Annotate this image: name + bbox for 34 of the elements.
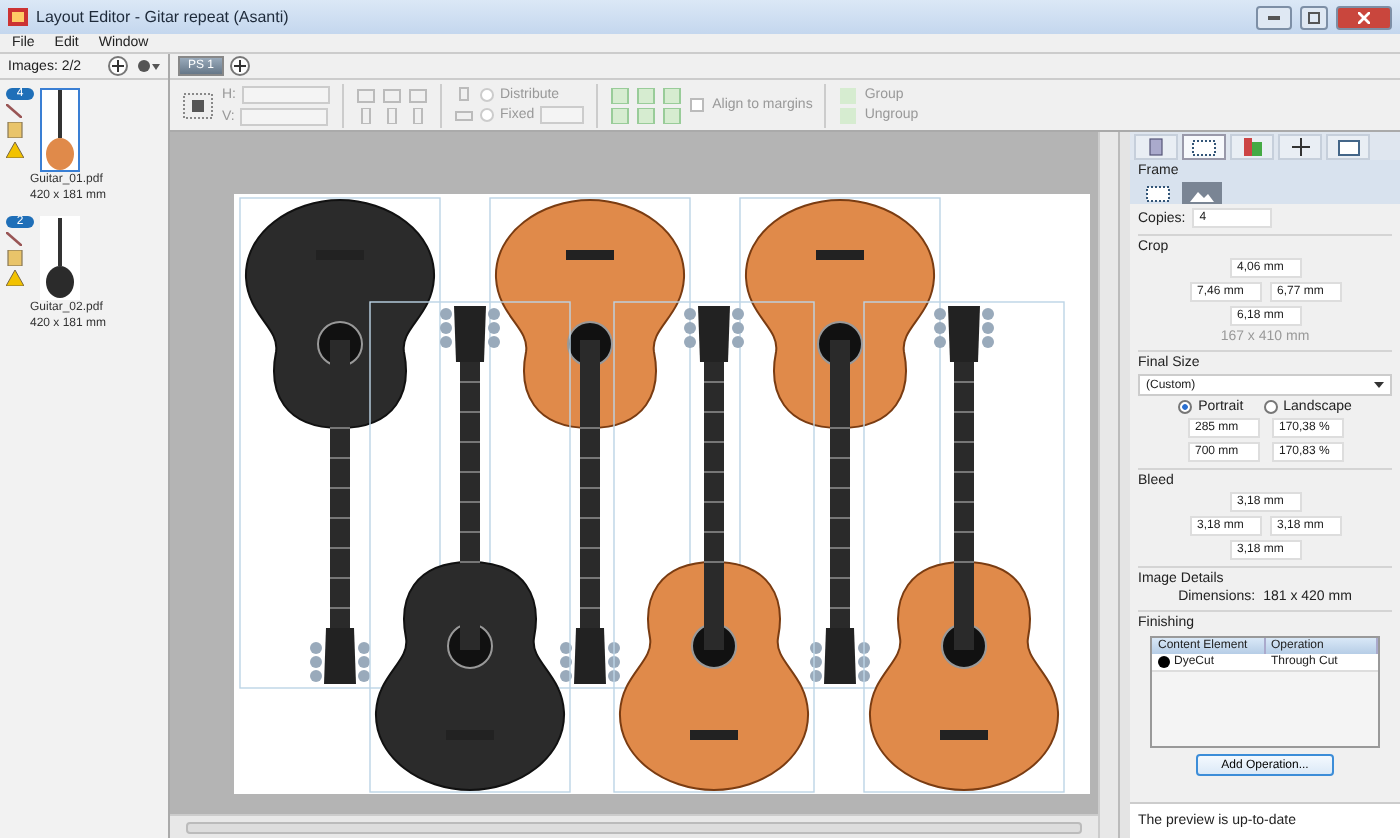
pen-icon	[6, 232, 22, 246]
close-icon	[1358, 11, 1370, 23]
window-title: Layout Editor - Gitar repeat (Asanti)	[36, 8, 291, 26]
inspector-tab[interactable]	[1278, 134, 1322, 160]
inspector-tab[interactable]	[1326, 134, 1370, 160]
caret-icon	[1374, 382, 1384, 388]
vertical-scrollbar[interactable]	[1098, 132, 1118, 838]
add-tab-button[interactable]	[230, 56, 251, 76]
minimize-icon	[1268, 15, 1280, 19]
palette-icon	[1243, 138, 1261, 156]
add-button[interactable]	[108, 56, 128, 76]
settings-icon[interactable]	[136, 58, 160, 74]
maximize-icon	[1308, 11, 1320, 23]
clipboard-icon	[6, 250, 24, 266]
orientation-radio[interactable]	[1263, 400, 1278, 414]
clipboard-icon	[6, 122, 24, 138]
crosshair-icon	[1291, 138, 1309, 156]
frame-icon	[1192, 139, 1216, 155]
window-icon	[1337, 139, 1359, 155]
close-button[interactable]	[1336, 5, 1392, 29]
warning-icon	[6, 142, 24, 158]
horizontal-scrollbar[interactable]	[170, 814, 1098, 838]
inspector-tab[interactable]	[1182, 134, 1226, 160]
image-thumbnail[interactable]	[40, 216, 80, 300]
orientation-radio[interactable]	[1178, 400, 1193, 414]
maximize-button[interactable]	[1300, 5, 1328, 29]
frame-icon	[1146, 185, 1170, 201]
frame-subtab[interactable]	[1182, 182, 1222, 204]
app-icon	[8, 8, 28, 26]
minimize-button[interactable]	[1256, 5, 1292, 29]
document-icon	[1147, 138, 1165, 156]
image-thumbnail[interactable]	[40, 88, 80, 172]
warning-icon	[6, 270, 24, 286]
pen-icon	[6, 104, 22, 118]
